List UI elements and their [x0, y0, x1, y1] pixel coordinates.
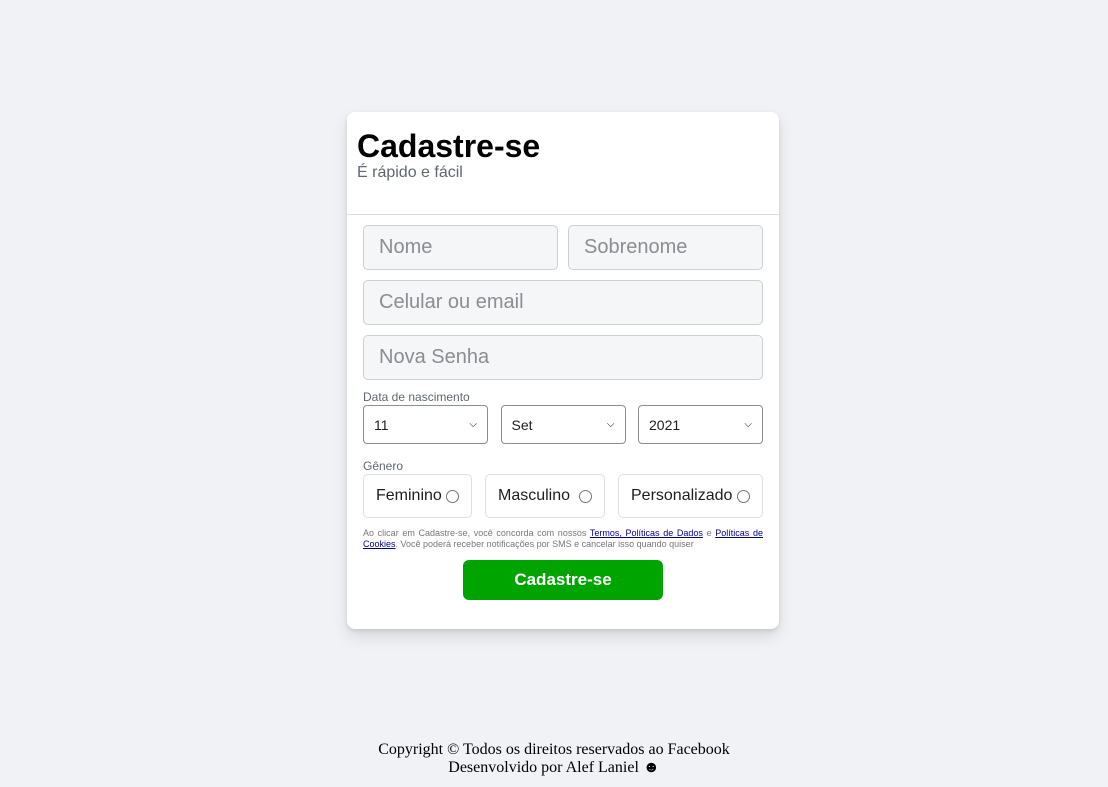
- gender-option-feminino[interactable]: Feminino: [363, 474, 472, 518]
- last-name-input[interactable]: [568, 225, 763, 270]
- page-subtitle: É rápido e fácil: [357, 164, 463, 181]
- page-footer: Copyright © Todos os direitos reservados…: [0, 741, 1108, 777]
- signup-button[interactable]: Cadastre-se: [463, 560, 663, 600]
- birth-day-select[interactable]: 11 ⌵: [363, 405, 488, 444]
- birth-year-select[interactable]: 2021 ⌵: [638, 405, 763, 444]
- password-input[interactable]: [363, 335, 763, 380]
- birth-month-value: Set: [511, 416, 533, 433]
- radio-button[interactable]: [446, 489, 459, 503]
- chevron-down-icon: ⌵: [606, 419, 615, 430]
- signup-form: Data de nascimento 11 ⌵ Set ⌵ 2021 ⌵ Gên…: [347, 215, 779, 600]
- terms-suffix: . Você poderá receber notificações por S…: [395, 539, 694, 549]
- radio-button[interactable]: [737, 489, 750, 503]
- gender-option-masculino[interactable]: Masculino: [485, 474, 605, 518]
- birth-day-value: 11: [374, 416, 389, 433]
- birth-month-select[interactable]: Set ⌵: [500, 405, 626, 444]
- birth-date-label: Data de nascimento: [363, 390, 470, 404]
- page-title: Cadastre-se: [357, 128, 541, 164]
- gender-option-label: Feminino: [376, 487, 442, 504]
- terms-text: Ao clicar em Cadastre-se, você concorda …: [363, 528, 763, 550]
- developer-credit: Desenvolvido por Alef Laniel ☻: [448, 759, 660, 776]
- first-name-input[interactable]: [363, 225, 558, 270]
- birth-year-value: 2021: [649, 416, 681, 433]
- terms-prefix: Ao clicar em Cadastre-se, você concorda …: [363, 528, 590, 538]
- terms-middle: e: [702, 528, 716, 538]
- gender-option-label: Masculino: [498, 487, 571, 504]
- terms-link[interactable]: Termos, Políticas de Dados: [590, 528, 703, 538]
- signup-card: Cadastre-se É rápido e fácil Data de nas…: [347, 112, 779, 629]
- copyright-text: Copyright © Todos os direitos reservados…: [378, 741, 730, 758]
- gender-label: Gênero: [363, 459, 404, 473]
- chevron-down-icon: ⌵: [469, 419, 477, 430]
- gender-option-personalizado[interactable]: Personalizado: [618, 474, 763, 518]
- radio-button[interactable]: [579, 489, 592, 503]
- chevron-down-icon: ⌵: [744, 419, 752, 430]
- gender-option-label: Personalizado: [631, 487, 733, 504]
- contact-input[interactable]: [363, 280, 763, 325]
- signup-header: Cadastre-se É rápido e fácil: [347, 112, 779, 215]
